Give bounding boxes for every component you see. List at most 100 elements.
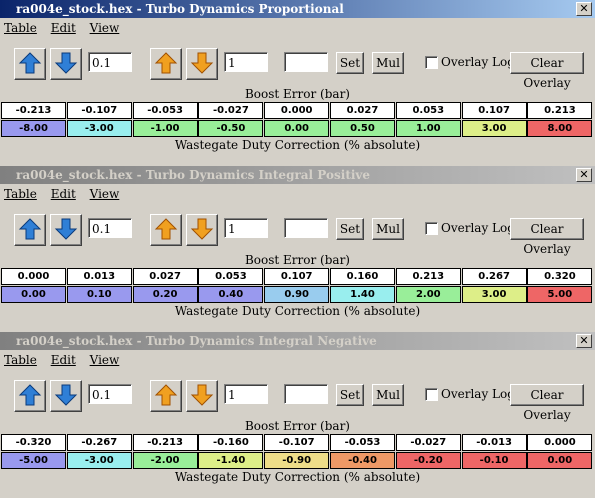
value-cell[interactable]: 0.00	[1, 286, 66, 303]
axis-cell[interactable]: -0.267	[66, 434, 132, 451]
set-button[interactable]: Set	[336, 52, 364, 74]
axis-cell[interactable]: 0.213	[395, 268, 461, 285]
value-cell[interactable]: 5.00	[527, 286, 593, 303]
axis-cell[interactable]: 0.027	[330, 102, 395, 119]
axis-cell[interactable]: -0.107	[66, 102, 132, 119]
axis-cell[interactable]: 0.160	[330, 268, 395, 285]
menu-table[interactable]: Table	[4, 184, 37, 204]
title-bar[interactable]: ra004e_stock.hex - Turbo Dynamics Integr…	[0, 166, 595, 184]
multiply-down-button[interactable]	[186, 214, 218, 246]
axis-cell[interactable]: 0.013	[66, 268, 132, 285]
axis-cell[interactable]: 0.107	[461, 102, 527, 119]
increment-button[interactable]	[14, 48, 46, 80]
value-cell[interactable]: 3.00	[461, 286, 527, 303]
axis-cell[interactable]: 0.107	[264, 268, 330, 285]
menu-view[interactable]: View	[90, 184, 120, 204]
menu-edit[interactable]: Edit	[51, 18, 76, 38]
value-cell[interactable]: 0.10	[66, 286, 132, 303]
value-cell[interactable]: -3.00	[66, 452, 132, 469]
value-cell[interactable]: -8.00	[1, 120, 66, 137]
clear-overlay-button[interactable]: Clear Overlay	[510, 218, 584, 256]
decrement-button[interactable]	[50, 48, 82, 80]
value-cell[interactable]: 8.00	[527, 120, 593, 137]
value-cell[interactable]: 0.20	[132, 286, 198, 303]
axis-cell[interactable]: 0.000	[1, 268, 66, 285]
axis-cell[interactable]: 0.053	[395, 102, 461, 119]
set-button[interactable]: Set	[336, 384, 364, 406]
overlay-log-checkbox[interactable]	[425, 222, 438, 235]
overlay-log-checkbox[interactable]	[425, 56, 438, 69]
value-cell[interactable]: -0.20	[395, 452, 461, 469]
axis-cell[interactable]: -0.027	[198, 102, 264, 119]
decrement-button[interactable]	[50, 380, 82, 412]
multiply-step-input[interactable]: 1	[224, 384, 268, 404]
increment-button[interactable]	[14, 380, 46, 412]
multiply-up-button[interactable]	[150, 48, 182, 80]
multiply-up-button[interactable]	[150, 214, 182, 246]
axis-cell[interactable]: 0.000	[527, 434, 593, 451]
axis-cell[interactable]: -0.027	[395, 434, 461, 451]
title-bar[interactable]: ra004e_stock.hex - Turbo Dynamics Propor…	[0, 0, 595, 18]
value-cell[interactable]: 0.00	[527, 452, 593, 469]
value-cell[interactable]: -0.50	[198, 120, 264, 137]
close-button[interactable]: ✕	[576, 334, 592, 348]
value-cell[interactable]: -3.00	[66, 120, 132, 137]
decrement-button[interactable]	[50, 214, 82, 246]
axis-cell[interactable]: -0.320	[1, 434, 66, 451]
value-cell[interactable]: 1.00	[395, 120, 461, 137]
value-cell[interactable]: 0.90	[264, 286, 330, 303]
value-cell[interactable]: 1.40	[330, 286, 395, 303]
value-cell[interactable]: -0.10	[461, 452, 527, 469]
clear-overlay-button[interactable]: Clear Overlay	[510, 52, 584, 90]
menu-edit[interactable]: Edit	[51, 184, 76, 204]
multiply-down-button[interactable]	[186, 48, 218, 80]
increment-button[interactable]	[14, 214, 46, 246]
axis-cell[interactable]: -0.213	[1, 102, 66, 119]
axis-cell[interactable]: -0.107	[264, 434, 330, 451]
axis-cell[interactable]: 0.213	[527, 102, 593, 119]
value-cell[interactable]: 0.50	[330, 120, 395, 137]
title-bar[interactable]: ra004e_stock.hex - Turbo Dynamics Integr…	[0, 332, 595, 350]
menu-table[interactable]: Table	[4, 18, 37, 38]
increment-step-input[interactable]: 0.1	[88, 52, 132, 72]
value-cell[interactable]: -1.40	[198, 452, 264, 469]
set-value-input[interactable]	[284, 384, 328, 404]
close-button[interactable]: ✕	[576, 168, 592, 182]
mul-button[interactable]: Mul	[372, 218, 404, 240]
menu-view[interactable]: View	[90, 350, 120, 370]
mul-button[interactable]: Mul	[372, 384, 404, 406]
value-cell[interactable]: -0.90	[264, 452, 330, 469]
axis-cell[interactable]: 0.320	[527, 268, 593, 285]
set-value-input[interactable]	[284, 52, 328, 72]
menu-table[interactable]: Table	[4, 350, 37, 370]
axis-cell[interactable]: -0.160	[198, 434, 264, 451]
axis-cell[interactable]: -0.053	[330, 434, 395, 451]
menu-view[interactable]: View	[90, 18, 120, 38]
value-cell[interactable]: -2.00	[132, 452, 198, 469]
value-cell[interactable]: 0.00	[264, 120, 330, 137]
menu-edit[interactable]: Edit	[51, 350, 76, 370]
clear-overlay-button[interactable]: Clear Overlay	[510, 384, 584, 422]
axis-cell[interactable]: -0.213	[132, 434, 198, 451]
axis-cell[interactable]: -0.053	[132, 102, 198, 119]
multiply-step-input[interactable]: 1	[224, 218, 268, 238]
multiply-down-button[interactable]	[186, 380, 218, 412]
set-value-input[interactable]	[284, 218, 328, 238]
axis-cell[interactable]: 0.000	[264, 102, 330, 119]
value-cell[interactable]: 2.00	[395, 286, 461, 303]
increment-step-input[interactable]: 0.1	[88, 218, 132, 238]
value-cell[interactable]: -1.00	[132, 120, 198, 137]
close-button[interactable]: ✕	[576, 2, 592, 16]
multiply-up-button[interactable]	[150, 380, 182, 412]
value-cell[interactable]: 3.00	[461, 120, 527, 137]
value-cell[interactable]: -0.40	[330, 452, 395, 469]
axis-cell[interactable]: 0.053	[198, 268, 264, 285]
overlay-log-checkbox[interactable]	[425, 388, 438, 401]
multiply-step-input[interactable]: 1	[224, 52, 268, 72]
axis-cell[interactable]: -0.013	[461, 434, 527, 451]
increment-step-input[interactable]: 0.1	[88, 384, 132, 404]
value-cell[interactable]: 0.40	[198, 286, 264, 303]
axis-cell[interactable]: 0.267	[461, 268, 527, 285]
mul-button[interactable]: Mul	[372, 52, 404, 74]
axis-cell[interactable]: 0.027	[132, 268, 198, 285]
